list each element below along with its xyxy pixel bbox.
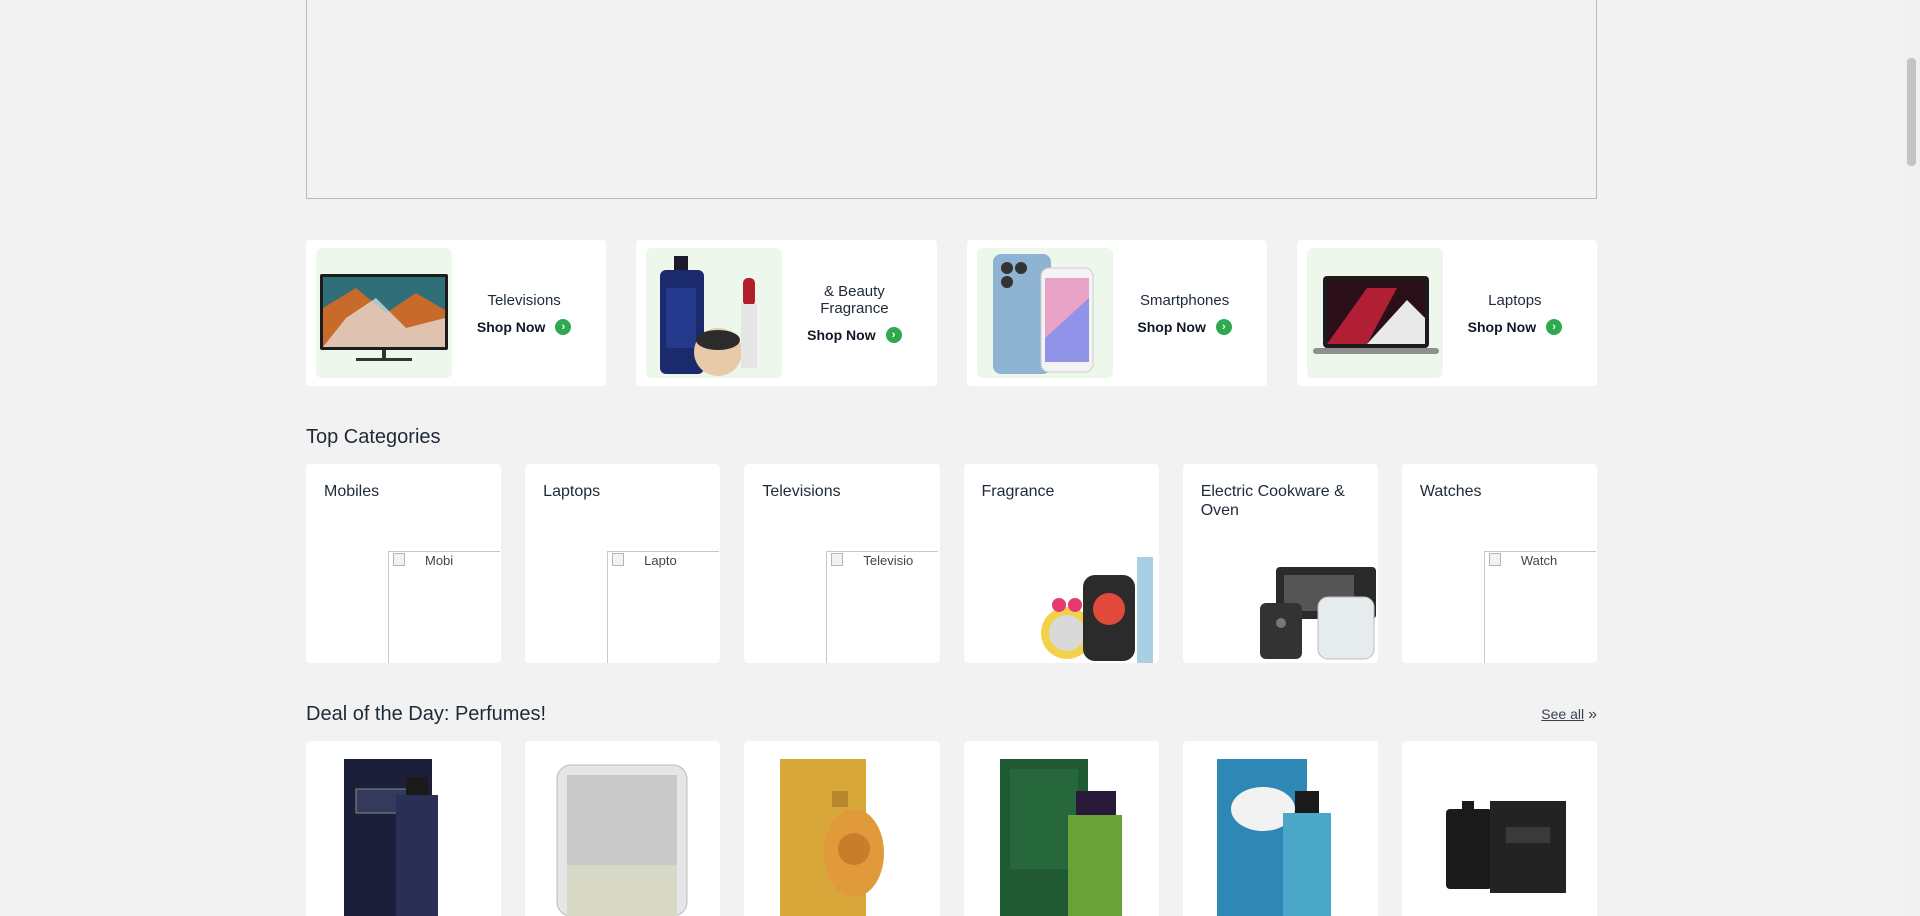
top-categories-heading: Top Categories bbox=[306, 426, 441, 448]
category-card-electric-cookware-oven[interactable]: Electric Cookware & Oven bbox=[1182, 464, 1378, 663]
shop-now-button[interactable]: Shop Now › bbox=[1137, 318, 1232, 335]
promo-title: Televisions bbox=[487, 291, 561, 309]
perfume-product-image bbox=[999, 759, 1122, 916]
broken-image-icon: Televisio bbox=[826, 551, 939, 663]
category-card-watches[interactable]: Watches Watch bbox=[1401, 464, 1598, 663]
page-scrollbar[interactable] bbox=[1903, 0, 1920, 916]
category-card-laptops[interactable]: Laptops Lapto bbox=[525, 464, 721, 663]
arrow-right-circle-icon: › bbox=[1215, 318, 1232, 335]
category-label: Electric Cookware & Oven bbox=[1200, 483, 1345, 519]
perfume-product-image bbox=[1445, 801, 1566, 893]
promo-title: & Beauty Fragrance bbox=[820, 283, 889, 317]
double-chevron-right-icon: » bbox=[1588, 706, 1597, 723]
shop-now-label: Shop Now bbox=[807, 327, 876, 343]
promo-card-beauty-fragrance[interactable]: & Beauty Fragrance Shop Now › bbox=[636, 240, 937, 386]
perfume-lipstick-image bbox=[646, 248, 783, 378]
product-card[interactable] bbox=[963, 741, 1159, 916]
smartphone-image bbox=[976, 248, 1113, 378]
deal-of-the-day-heading: Deal of the Day: Perfumes! bbox=[306, 703, 547, 725]
perfume-product-image bbox=[1216, 759, 1331, 916]
product-card[interactable] bbox=[306, 741, 502, 916]
perfume-product-image bbox=[556, 764, 688, 916]
perfume-product-image bbox=[780, 759, 885, 916]
promo-row: Televisions Shop Now › & Beauty Fragranc… bbox=[306, 240, 1597, 386]
product-card[interactable] bbox=[1182, 741, 1378, 916]
category-card-mobiles[interactable]: Mobiles Mobi bbox=[306, 464, 502, 663]
product-card[interactable] bbox=[744, 741, 940, 916]
arrow-right-circle-icon: › bbox=[1546, 318, 1563, 335]
shop-now-button[interactable]: Shop Now › bbox=[1467, 318, 1563, 335]
category-label: Laptops bbox=[543, 483, 601, 500]
image-alt-text: Televisio bbox=[863, 553, 914, 568]
hero-banner-placeholder bbox=[306, 0, 1597, 199]
promo-card-laptops[interactable]: Laptops Shop Now › bbox=[1296, 240, 1597, 386]
broken-image-icon: Mobi bbox=[388, 551, 500, 663]
category-label: Televisions bbox=[762, 483, 841, 500]
shop-now-button[interactable]: Shop Now › bbox=[476, 318, 572, 335]
deal-products-row bbox=[306, 741, 1598, 916]
tv-image bbox=[316, 248, 452, 378]
perfume-bottles-image bbox=[1040, 557, 1153, 663]
category-label: Mobiles bbox=[324, 483, 380, 500]
product-card[interactable] bbox=[525, 741, 721, 916]
perfume-product-image bbox=[344, 759, 438, 916]
category-label: Watches bbox=[1419, 483, 1482, 500]
promo-card-televisions[interactable]: Televisions Shop Now › bbox=[306, 240, 607, 386]
image-alt-text: Mobi bbox=[425, 553, 454, 568]
category-card-televisions[interactable]: Televisions Televisio bbox=[744, 464, 940, 663]
promo-title: Laptops bbox=[1488, 291, 1542, 309]
image-alt-text: Watch bbox=[1520, 553, 1558, 568]
top-categories-row: Mobiles Mobi Laptops Lapto Televisions T… bbox=[306, 464, 1598, 663]
shop-now-button[interactable]: Shop Now › bbox=[807, 327, 902, 343]
broken-image-icon: Watch bbox=[1483, 551, 1596, 663]
see-all-label: See all bbox=[1541, 706, 1585, 722]
shop-now-label: Shop Now bbox=[476, 318, 546, 335]
arrow-right-circle-icon: › bbox=[555, 318, 572, 335]
category-label: Fragrance bbox=[981, 483, 1055, 500]
broken-image-icon: Lapto bbox=[607, 551, 720, 663]
oven-airfryer-image bbox=[1259, 567, 1376, 660]
image-alt-text: Lapto bbox=[644, 553, 677, 568]
laptop-image bbox=[1306, 248, 1443, 378]
category-card-fragrance[interactable]: Fragrance bbox=[963, 464, 1159, 663]
promo-title: Smartphones bbox=[1140, 291, 1230, 309]
scrollbar-thumb[interactable] bbox=[1907, 58, 1916, 166]
shop-now-label: Shop Now bbox=[1467, 318, 1537, 335]
promo-card-smartphones[interactable]: Smartphones Shop Now › bbox=[966, 240, 1267, 386]
see-all-link[interactable]: See all» bbox=[1541, 706, 1597, 724]
shop-now-label: Shop Now bbox=[1137, 318, 1206, 335]
product-card[interactable] bbox=[1401, 741, 1598, 916]
arrow-right-circle-icon: › bbox=[885, 327, 902, 343]
